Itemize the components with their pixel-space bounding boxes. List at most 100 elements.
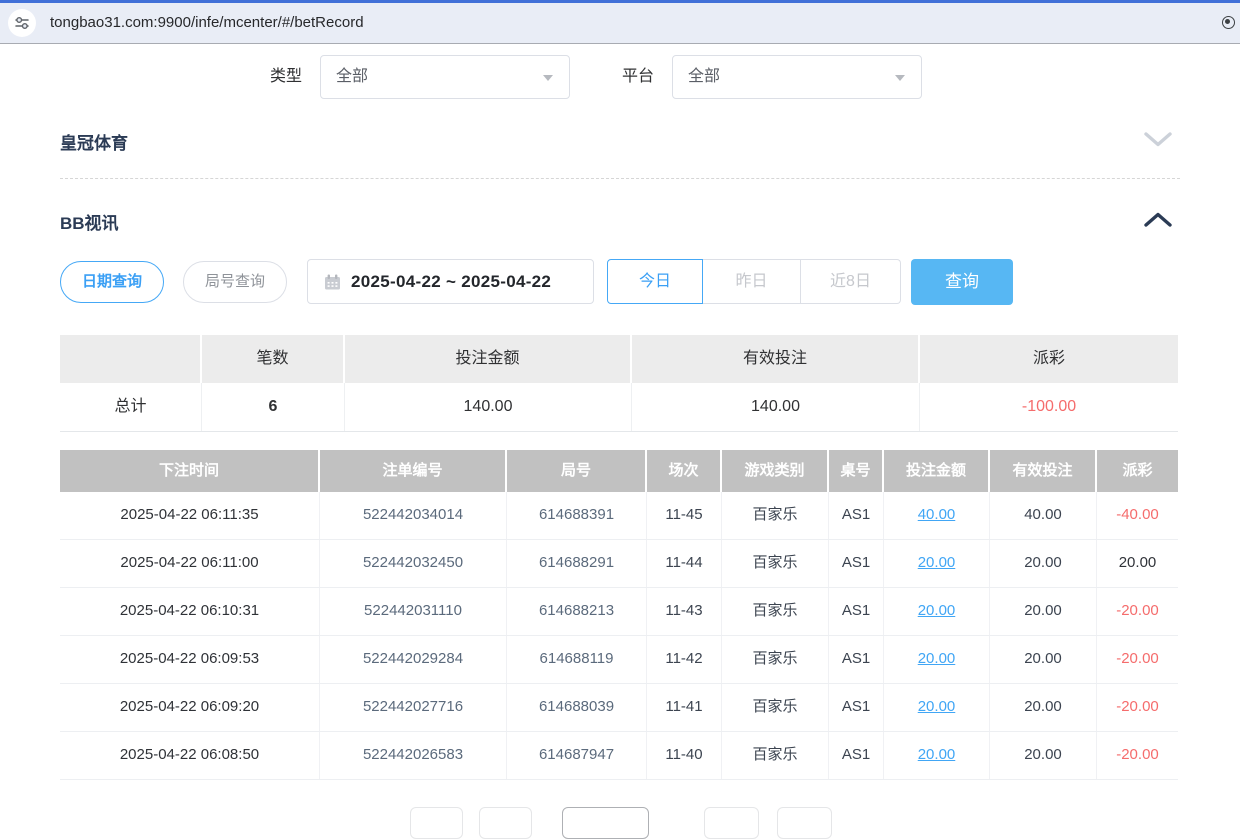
pagination-last-button[interactable]: [777, 807, 832, 839]
pagination-current-page[interactable]: [562, 807, 649, 839]
chevron-down-icon: [895, 75, 905, 81]
cell-payout: -20.00: [1097, 732, 1178, 779]
cell-bet-time: 2025-04-22 06:11:35: [60, 492, 320, 539]
summary-header-payout: 派彩: [920, 335, 1178, 383]
target-icon[interactable]: [1222, 16, 1235, 29]
collapse-toggle-bb-video[interactable]: [1143, 211, 1173, 233]
section-title-crown-sports: 皇冠体育: [60, 129, 128, 154]
cell-table-no: AS1: [829, 540, 884, 587]
today-button[interactable]: 今日: [607, 259, 703, 304]
cell-session: 11-40: [647, 732, 722, 779]
type-filter-label: 类型: [270, 55, 302, 99]
cell-valid-bet: 20.00: [990, 732, 1097, 779]
cell-round-no: 614688039: [507, 684, 647, 731]
cell-payout: -20.00: [1097, 684, 1178, 731]
cell-valid-bet: 20.00: [990, 540, 1097, 587]
cell-payout: -20.00: [1097, 588, 1178, 635]
cell-session: 11-41: [647, 684, 722, 731]
summary-table: 笔数 投注金额 有效投注 派彩 总计 6 140.00 140.00 -100.…: [60, 335, 1178, 432]
cell-game-type: 百家乐: [722, 588, 829, 635]
url-text: tongbao31.com:9900/infe/mcenter/#/betRec…: [50, 3, 364, 43]
tab-date-query[interactable]: 日期查询: [60, 261, 164, 303]
summary-total-row: 总计 6 140.00 140.00 -100.00: [60, 383, 1178, 432]
tab-round-query[interactable]: 局号查询: [183, 261, 287, 303]
cell-order-no: 522442027716: [320, 684, 507, 731]
cell-valid-bet: 20.00: [990, 636, 1097, 683]
cell-bet-time: 2025-04-22 06:10:31: [60, 588, 320, 635]
summary-total-valid-bet: 140.00: [632, 383, 920, 431]
header-session: 场次: [647, 450, 722, 492]
header-table-no: 桌号: [829, 450, 884, 492]
summary-table-header: 笔数 投注金额 有效投注 派彩: [60, 335, 1178, 383]
cell-valid-bet: 20.00: [990, 588, 1097, 635]
cell-session: 11-44: [647, 540, 722, 587]
cell-bet-time: 2025-04-22 06:11:00: [60, 540, 320, 587]
table-row: 2025-04-22 06:09:53 522442029284 6146881…: [60, 636, 1178, 684]
bet-amount-link[interactable]: 20.00: [884, 636, 990, 683]
bet-amount-link[interactable]: 20.00: [884, 588, 990, 635]
header-valid-bet: 有效投注: [990, 450, 1097, 492]
summary-header-bet-amount: 投注金额: [345, 335, 632, 383]
type-select[interactable]: 全部: [320, 55, 570, 99]
cell-session: 11-45: [647, 492, 722, 539]
cell-table-no: AS1: [829, 684, 884, 731]
cell-table-no: AS1: [829, 588, 884, 635]
cell-game-type: 百家乐: [722, 636, 829, 683]
date-range-picker[interactable]: 2025-04-22 ~ 2025-04-22: [307, 259, 594, 304]
platform-select[interactable]: 全部: [672, 55, 922, 99]
summary-total-payout: -100.00: [920, 383, 1178, 431]
cell-round-no: 614687947: [507, 732, 647, 779]
chevron-up-icon: [1143, 211, 1173, 228]
cell-valid-bet: 20.00: [990, 684, 1097, 731]
cell-order-no: 522442029284: [320, 636, 507, 683]
cell-game-type: 百家乐: [722, 540, 829, 587]
last-8-days-button[interactable]: 近8日: [801, 259, 901, 304]
summary-header-count: 笔数: [202, 335, 345, 383]
summary-total-bet-amount: 140.00: [345, 383, 632, 431]
header-order-no: 注单编号: [320, 450, 507, 492]
cell-session: 11-42: [647, 636, 722, 683]
cell-table-no: AS1: [829, 492, 884, 539]
header-bet-amount: 投注金额: [884, 450, 990, 492]
cell-bet-time: 2025-04-22 06:09:20: [60, 684, 320, 731]
cell-round-no: 614688291: [507, 540, 647, 587]
header-game-type: 游戏类别: [722, 450, 829, 492]
cell-game-type: 百家乐: [722, 684, 829, 731]
section-divider: [60, 178, 1180, 179]
pagination-first-button[interactable]: [410, 807, 463, 839]
platform-select-value: 全部: [688, 56, 720, 98]
pagination-next-button[interactable]: [704, 807, 759, 839]
type-select-value: 全部: [336, 56, 368, 98]
header-payout: 派彩: [1097, 450, 1178, 492]
cell-order-no: 522442032450: [320, 540, 507, 587]
yesterday-button[interactable]: 昨日: [703, 259, 801, 304]
bet-amount-link[interactable]: 20.00: [884, 732, 990, 779]
bet-amount-link[interactable]: 20.00: [884, 684, 990, 731]
header-round-no: 局号: [507, 450, 647, 492]
pagination-prev-button[interactable]: [479, 807, 532, 839]
tune-icon: [14, 15, 30, 31]
bet-record-table-header: 下注时间 注单编号 局号 场次 游戏类别 桌号 投注金额 有效投注 派彩: [60, 450, 1178, 492]
cell-round-no: 614688119: [507, 636, 647, 683]
site-settings-button[interactable]: [8, 9, 36, 37]
cell-session: 11-43: [647, 588, 722, 635]
section-title-bb-video: BB视讯: [60, 209, 119, 234]
search-button[interactable]: 查询: [911, 259, 1013, 305]
cell-payout: -40.00: [1097, 492, 1178, 539]
cell-payout: -20.00: [1097, 636, 1178, 683]
table-row: 2025-04-22 06:11:35 522442034014 6146883…: [60, 492, 1178, 540]
address-bar[interactable]: tongbao31.com:9900/infe/mcenter/#/betRec…: [0, 3, 1240, 44]
summary-total-count: 6: [202, 383, 345, 431]
cell-order-no: 522442031110: [320, 588, 507, 635]
summary-header-empty: [60, 335, 202, 383]
bet-amount-link[interactable]: 20.00: [884, 540, 990, 587]
cell-game-type: 百家乐: [722, 492, 829, 539]
cell-order-no: 522442034014: [320, 492, 507, 539]
summary-total-label: 总计: [60, 383, 202, 431]
collapse-toggle-crown-sports[interactable]: [1143, 131, 1173, 153]
cell-bet-time: 2025-04-22 06:09:53: [60, 636, 320, 683]
cell-table-no: AS1: [829, 732, 884, 779]
cell-game-type: 百家乐: [722, 732, 829, 779]
bet-amount-link[interactable]: 40.00: [884, 492, 990, 539]
table-row: 2025-04-22 06:11:00 522442032450 6146882…: [60, 540, 1178, 588]
